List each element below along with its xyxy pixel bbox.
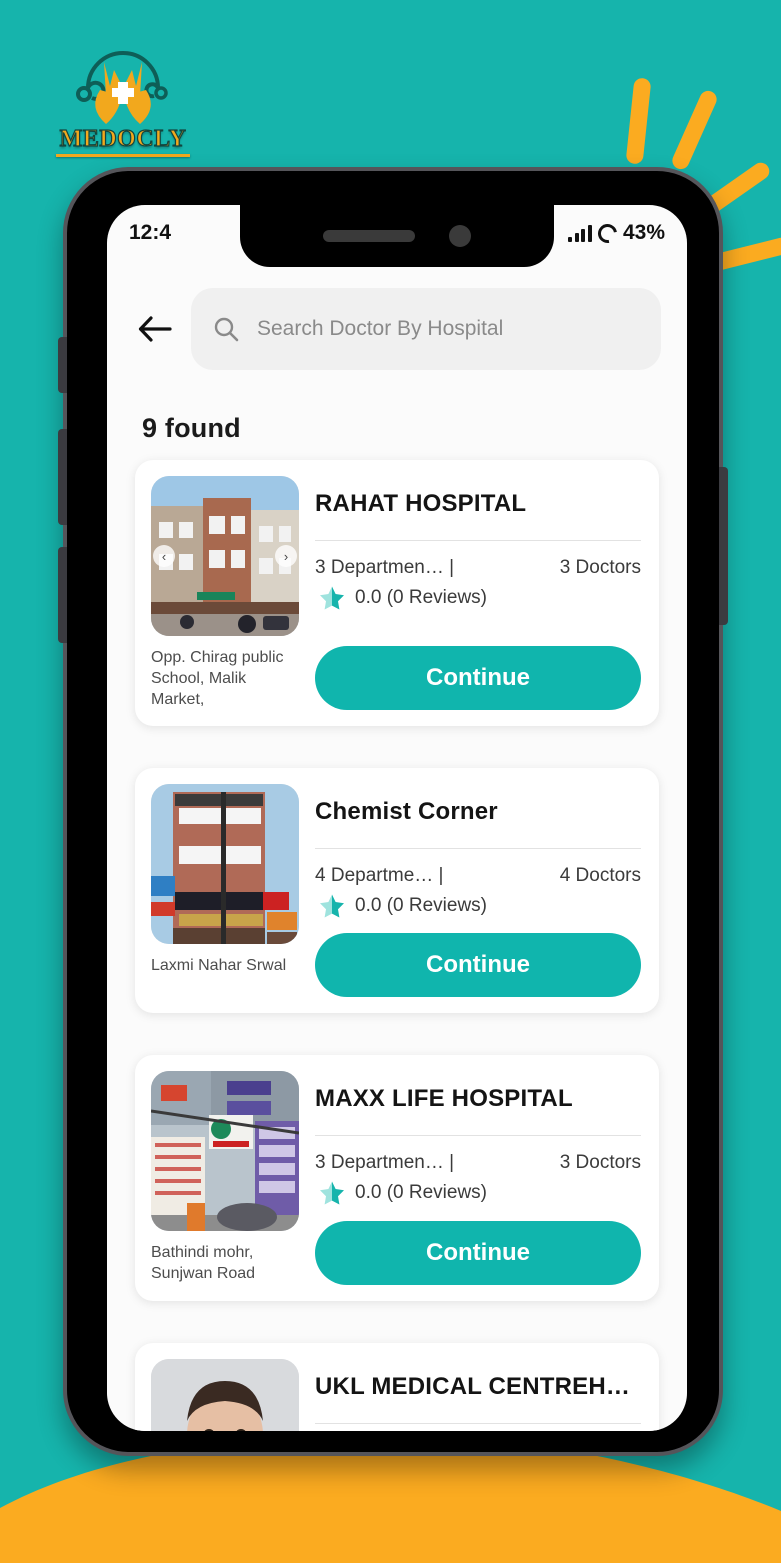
volume-up-button[interactable] — [58, 429, 67, 525]
app-header — [107, 277, 687, 381]
departments-count: 3 Departmen… | — [315, 1152, 455, 1174]
front-camera-icon — [449, 225, 471, 247]
half-star-icon — [320, 894, 344, 918]
hospital-card-left: ‹ › Opp. Chirag public School, Malik Mar… — [151, 476, 299, 710]
hospital-address: Laxmi Nahar Srwal — [151, 957, 287, 975]
phone-mockup: 12:4 43% Search Doctor By Hospital 9 fou… — [58, 167, 728, 1456]
hospital-card-right: Chemist Corner 4 Departme… | 4 Doctors 0… — [315, 784, 641, 998]
battery-percent: 43% — [622, 221, 665, 244]
search-bar[interactable] — [191, 288, 661, 370]
hospital-card-right: RAHAT HOSPITAL 3 Departmen… | 3 Doctors … — [315, 476, 641, 711]
hospital-card[interactable]: UKL MEDICAL CENTREHEALT… 0 Departme… | 0… — [135, 1342, 659, 1431]
hospital-card-left — [151, 1358, 299, 1431]
hospital-address: Opp. Chirag public School, Malik Market, — [151, 649, 284, 708]
departments-count: 3 Departmen… | — [315, 557, 455, 578]
shop-front-illustration — [151, 784, 299, 945]
half-star-icon — [320, 586, 344, 610]
hospital-rating: 0.0 (0 Reviews) — [319, 585, 641, 611]
earpiece-speaker — [323, 230, 415, 242]
search-icon — [214, 317, 239, 342]
phone-screen: 12:4 43% Search Doctor By Hospital 9 fou… — [107, 205, 687, 1431]
mute-switch[interactable] — [58, 337, 67, 393]
card-divider — [315, 540, 641, 541]
hospital-meta-row: 4 Departme… | 4 Doctors — [315, 865, 641, 887]
hospital-name: RAHAT HOSPITAL — [315, 490, 527, 517]
hospital-card-right: UKL MEDICAL CENTREHEALT… 0 Departme… | 0… — [315, 1359, 641, 1431]
hospital-building-photo: ‹ › — [151, 476, 299, 636]
power-button[interactable] — [719, 467, 728, 625]
card-divider — [315, 1135, 641, 1137]
hospital-name: MAXX LIFE HOSPITAL — [315, 1085, 573, 1113]
volume-down-button[interactable] — [58, 547, 67, 643]
results-count-label: 9 found — [142, 413, 241, 443]
hospital-card-left: Laxmi Nahar Srwal — [151, 784, 299, 997]
chevron-left-icon[interactable]: ‹ — [153, 545, 175, 567]
chevron-right-icon[interactable]: › — [275, 545, 297, 567]
doctors-count: 3 Doctors — [559, 1152, 641, 1174]
hospital-rating: 0.0 (0 Reviews) — [319, 1180, 641, 1206]
battery-ring-icon — [594, 219, 621, 247]
brand-wordmark: MEDOCLY — [59, 125, 187, 152]
hospital-card-left: Bathindi mohr, Sunjwan Road — [151, 1071, 299, 1285]
rating-text: 0.0 (0 Reviews) — [355, 895, 487, 917]
hospital-card[interactable]: Laxmi Nahar Srwal Chemist Corner 4 Depar… — [135, 768, 659, 1014]
hospital-rating: 0.0 (0 Reviews) — [319, 893, 641, 919]
phone-notch — [240, 205, 554, 267]
hospital-card-right: MAXX LIFE HOSPITAL 3 Departmen… | 3 Doct… — [315, 1071, 641, 1285]
hospital-meta-row: 3 Departmen… | 3 Doctors — [315, 557, 641, 579]
hospital-card[interactable]: ‹ › Opp. Chirag public School, Malik Mar… — [135, 460, 659, 727]
signal-bars-icon — [568, 224, 592, 242]
continue-button[interactable]: Continue — [315, 933, 641, 998]
hospital-card[interactable]: Bathindi mohr, Sunjwan Road MAXX LIFE HO… — [135, 1055, 659, 1301]
continue-button[interactable]: Continue — [315, 1220, 641, 1285]
brand-underline — [56, 154, 190, 157]
hospital-name: Chemist Corner — [315, 798, 498, 826]
hospital-meta-row: 3 Departmen… | 3 Doctors — [315, 1152, 641, 1174]
rating-text: 0.0 (0 Reviews) — [355, 587, 487, 608]
continue-button[interactable]: Continue — [315, 646, 641, 711]
chemist-corner-shop-photo — [151, 784, 299, 945]
half-star-icon — [320, 1181, 344, 1205]
hospital-results-list[interactable]: 9 found ‹ › Opp. Chirag public School, M… — [107, 395, 687, 1431]
back-arrow-glyph — [138, 316, 172, 342]
brand-logo: MEDOCLY — [48, 26, 198, 157]
male-portrait-illustration — [151, 1358, 299, 1431]
status-time: 12:4 — [129, 221, 172, 244]
back-arrow-icon[interactable] — [133, 307, 177, 351]
doctors-count: 3 Doctors — [559, 557, 641, 578]
rating-text: 0.0 (0 Reviews) — [355, 1182, 487, 1204]
card-divider — [315, 1422, 641, 1424]
hospital-address: Bathindi mohr, Sunjwan Road — [151, 1244, 256, 1283]
male-portrait-photo — [151, 1358, 299, 1431]
departments-count: 4 Departme… | — [315, 865, 444, 887]
hospital-name: UKL MEDICAL CENTREHEALT… — [315, 1372, 641, 1400]
search-input[interactable] — [257, 317, 639, 341]
doctors-count: 4 Doctors — [559, 865, 641, 887]
card-divider — [315, 848, 641, 850]
street-market-hospital-photo — [151, 1071, 299, 1232]
street-market-illustration — [151, 1071, 299, 1232]
